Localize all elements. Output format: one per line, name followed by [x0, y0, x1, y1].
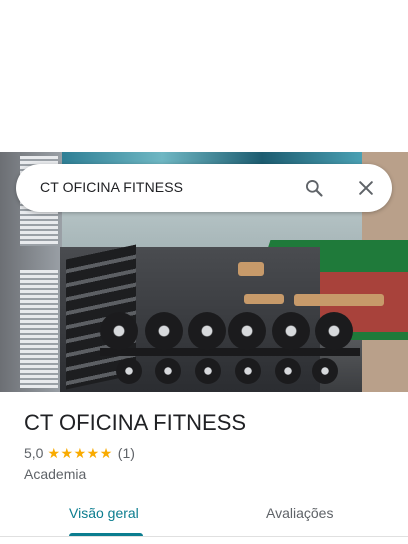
blank-top-area — [0, 0, 408, 152]
photo-dumbbell — [195, 358, 221, 384]
rating-row[interactable]: 5,0 ★ ★ ★ ★ ★ (1) — [24, 444, 135, 462]
photo-vent — [20, 270, 58, 388]
photo-dumbbell — [235, 358, 261, 384]
photo-bench — [244, 294, 284, 304]
photo-dumbbell — [155, 358, 181, 384]
star-icon: ★ — [86, 445, 100, 461]
tab-reviews[interactable]: Avaliações — [266, 505, 333, 521]
photo-dumbbell — [228, 312, 266, 350]
tab-overview[interactable]: Visão geral — [69, 505, 139, 521]
star-icon: ★ — [60, 445, 74, 461]
rating-value: 5,0 — [24, 445, 44, 461]
photo-dumbbell — [315, 312, 353, 350]
photo-dumbbell — [145, 312, 183, 350]
star-icon: ★ — [99, 445, 113, 461]
rating-stars: ★ ★ ★ ★ ★ — [47, 446, 112, 460]
place-category[interactable]: Academia — [24, 466, 86, 482]
search-bar[interactable]: CT OFICINA FITNESS — [16, 164, 392, 212]
tabs-divider — [0, 536, 408, 537]
star-icon: ★ — [47, 445, 61, 461]
review-count[interactable]: (1) — [118, 445, 135, 461]
photo-dumbbell — [116, 358, 142, 384]
photo-dumbbell — [100, 312, 138, 350]
search-icon[interactable] — [304, 178, 324, 198]
photo-dumbbell — [188, 312, 226, 350]
photo-bench — [294, 294, 384, 306]
photo-dumbbell — [272, 312, 310, 350]
place-title: CT OFICINA FITNESS — [24, 410, 247, 435]
star-icon: ★ — [73, 445, 87, 461]
photo-dumbbell — [275, 358, 301, 384]
close-icon[interactable] — [356, 178, 376, 198]
photo-bench — [238, 262, 264, 276]
photo-rack-bar — [100, 348, 360, 356]
search-query[interactable]: CT OFICINA FITNESS — [40, 179, 183, 195]
photo-dumbbell — [312, 358, 338, 384]
